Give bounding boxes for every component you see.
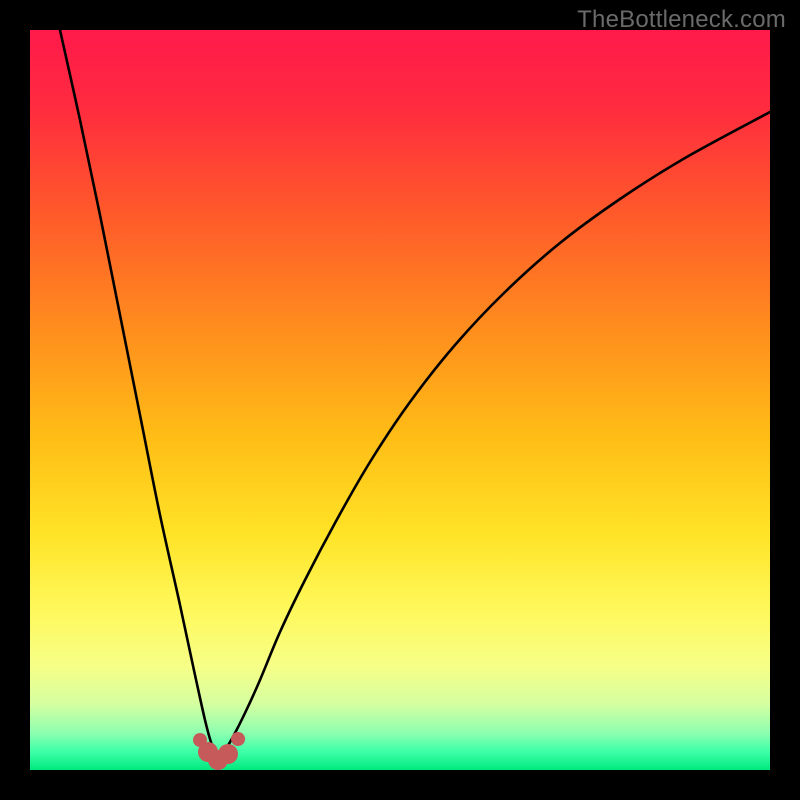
plot-area: [30, 30, 770, 770]
valley-markers: [193, 732, 245, 770]
chart-frame: TheBottleneck.com: [0, 0, 800, 800]
valley-marker: [231, 732, 245, 746]
curve-layer: [30, 30, 770, 770]
valley-marker: [218, 744, 238, 764]
bottleneck-curve: [60, 30, 770, 755]
